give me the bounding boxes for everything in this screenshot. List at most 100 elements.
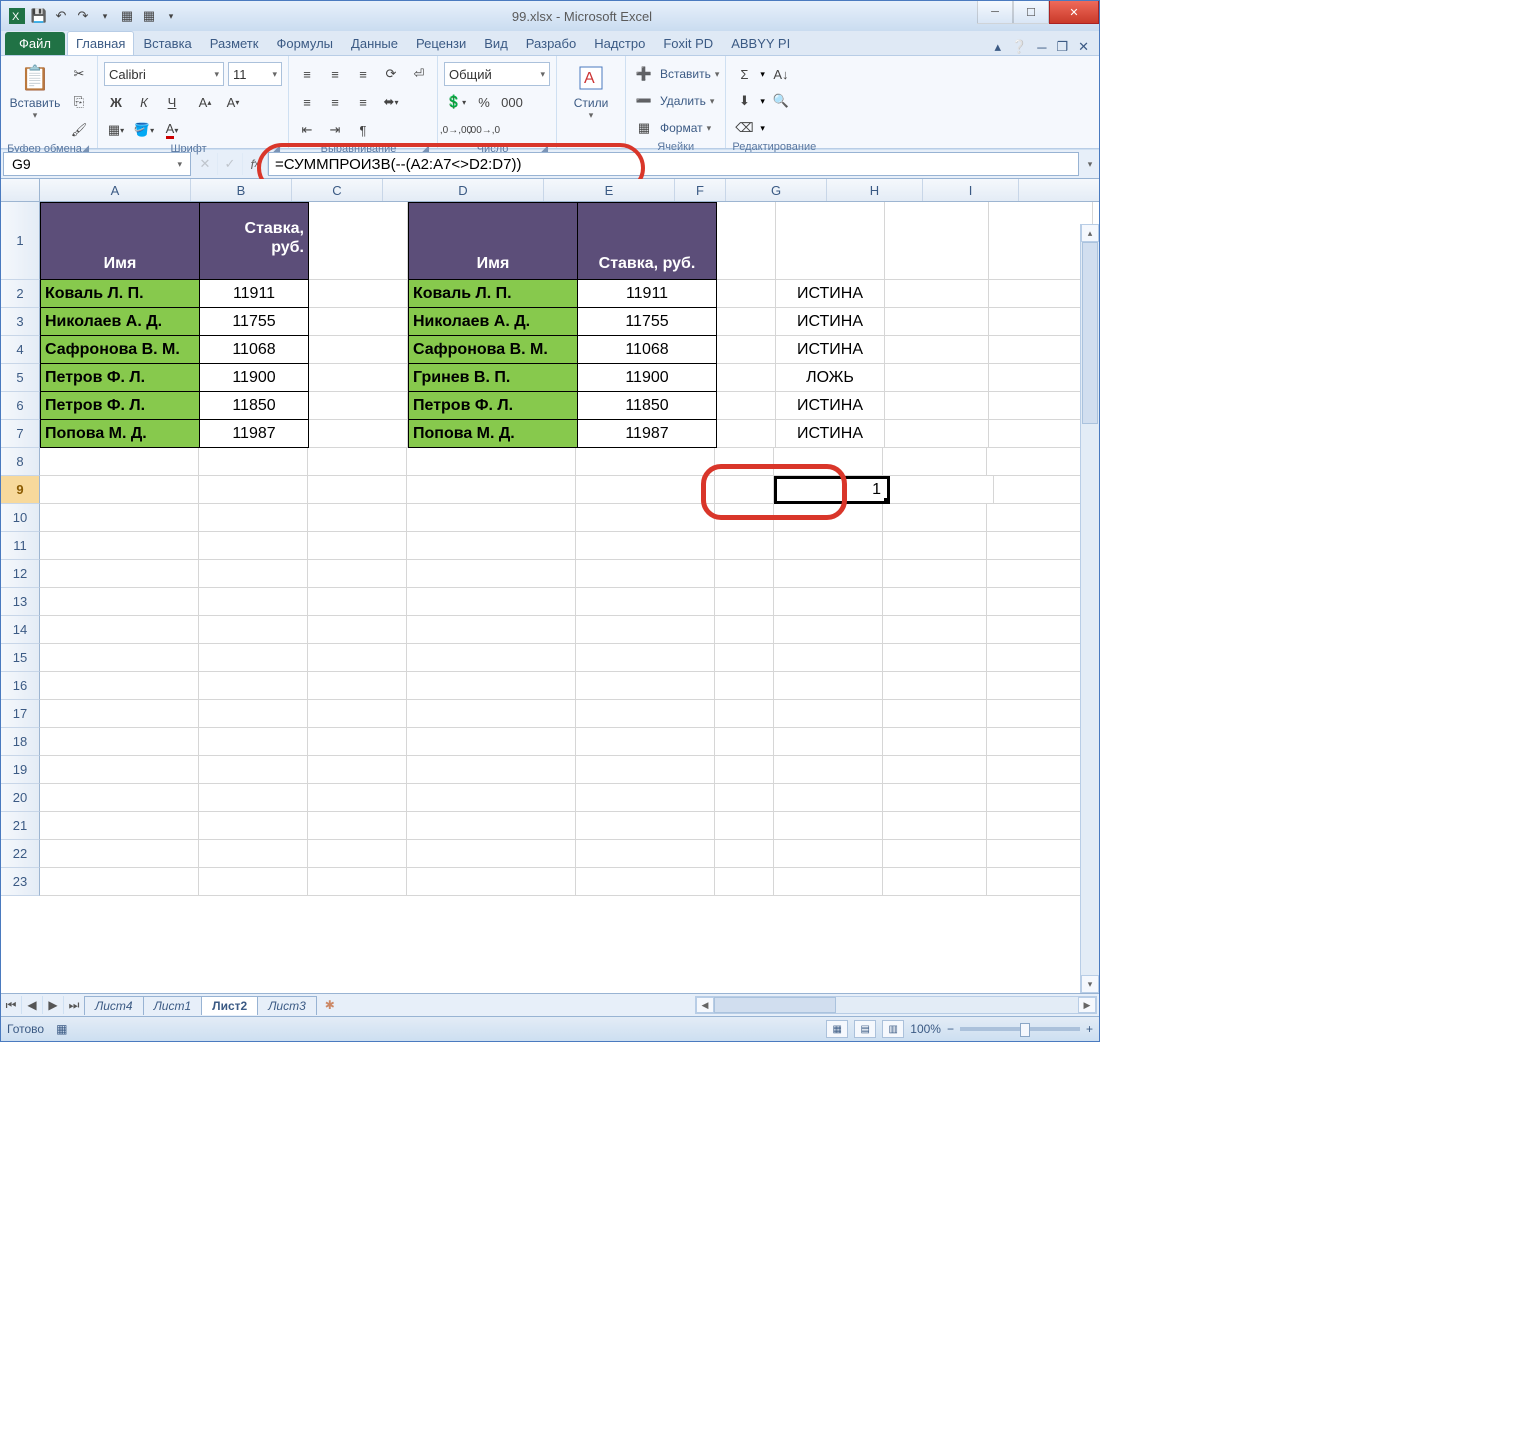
- cell[interactable]: Николаев А. Д.: [40, 308, 200, 336]
- cell[interactable]: [717, 280, 776, 308]
- cell[interactable]: [717, 202, 776, 280]
- cell[interactable]: [883, 504, 987, 532]
- rtl-icon[interactable]: ¶: [351, 118, 375, 142]
- cell[interactable]: Имя: [408, 202, 578, 280]
- row-header[interactable]: 4: [1, 336, 40, 364]
- sheet-tab[interactable]: Лист1: [143, 996, 203, 1015]
- row-header[interactable]: 16: [1, 672, 40, 700]
- cell[interactable]: [717, 364, 776, 392]
- cell[interactable]: [717, 336, 776, 364]
- cell[interactable]: [715, 756, 774, 784]
- grow-font-icon[interactable]: A▴: [193, 90, 217, 114]
- comma-icon[interactable]: 000: [500, 90, 524, 114]
- cell[interactable]: [774, 504, 883, 532]
- tab-home[interactable]: Главная: [67, 31, 134, 55]
- cell[interactable]: 11068: [578, 336, 717, 364]
- align-left-icon[interactable]: ≡: [295, 90, 319, 114]
- minimize-ribbon-icon[interactable]: ▴: [995, 39, 1002, 55]
- cell[interactable]: [883, 448, 987, 476]
- cell[interactable]: [987, 756, 1091, 784]
- cell[interactable]: [40, 448, 199, 476]
- cell[interactable]: [576, 700, 715, 728]
- cell[interactable]: [308, 448, 407, 476]
- row-header[interactable]: 13: [1, 588, 40, 616]
- cell[interactable]: [40, 532, 199, 560]
- cell[interactable]: [309, 308, 408, 336]
- col-header-C[interactable]: C: [292, 179, 383, 201]
- insert-cells-button[interactable]: Вставить: [660, 67, 711, 81]
- cell[interactable]: 11850: [578, 392, 717, 420]
- cell[interactable]: [407, 476, 576, 504]
- qat-btn-2-icon[interactable]: ▦: [141, 8, 157, 24]
- tab-file[interactable]: Файл: [5, 32, 65, 55]
- cell[interactable]: [308, 616, 407, 644]
- cell[interactable]: [883, 784, 987, 812]
- cell[interactable]: [987, 840, 1091, 868]
- macro-record-icon[interactable]: ▦: [56, 1022, 67, 1036]
- row-header[interactable]: 17: [1, 700, 40, 728]
- cell[interactable]: [715, 812, 774, 840]
- cell[interactable]: [774, 644, 883, 672]
- cell[interactable]: [576, 840, 715, 868]
- cancel-formula-icon[interactable]: ✕: [193, 153, 218, 175]
- cell[interactable]: [885, 308, 989, 336]
- qat-btn-1-icon[interactable]: ▦: [119, 8, 135, 24]
- cell[interactable]: [987, 616, 1091, 644]
- cell[interactable]: [885, 336, 989, 364]
- cell[interactable]: [987, 812, 1091, 840]
- tab-insert[interactable]: Вставка: [134, 31, 200, 55]
- copy-icon[interactable]: ⎘: [67, 90, 91, 114]
- row-header[interactable]: 5: [1, 364, 40, 392]
- cell[interactable]: [883, 588, 987, 616]
- increase-indent-icon[interactable]: ⇥: [323, 118, 347, 142]
- cell[interactable]: [407, 784, 576, 812]
- cell[interactable]: [199, 588, 308, 616]
- cell[interactable]: 11755: [200, 308, 309, 336]
- find-icon[interactable]: 🔍: [769, 89, 793, 113]
- cell[interactable]: Попова М. Д.: [408, 420, 578, 448]
- cell[interactable]: [199, 700, 308, 728]
- decrease-decimal-icon[interactable]: ,00→,0: [472, 118, 496, 142]
- col-header-D[interactable]: D: [383, 179, 544, 201]
- row-header[interactable]: 11: [1, 532, 40, 560]
- cell[interactable]: Николаев А. Д.: [408, 308, 578, 336]
- cell[interactable]: [308, 672, 407, 700]
- col-header-F[interactable]: F: [675, 179, 726, 201]
- cell[interactable]: [199, 560, 308, 588]
- cell[interactable]: [308, 504, 407, 532]
- cell[interactable]: [717, 392, 776, 420]
- cell[interactable]: [883, 868, 987, 896]
- autosum-icon[interactable]: Σ: [732, 62, 756, 86]
- cell[interactable]: [199, 840, 308, 868]
- tab-view[interactable]: Вид: [475, 31, 517, 55]
- zoom-level[interactable]: 100%: [910, 1022, 941, 1036]
- cell[interactable]: [883, 532, 987, 560]
- cell[interactable]: [40, 784, 199, 812]
- cell[interactable]: [40, 868, 199, 896]
- cell[interactable]: [40, 644, 199, 672]
- enter-formula-icon[interactable]: ✓: [218, 153, 243, 175]
- cell[interactable]: [308, 700, 407, 728]
- scroll-left-icon[interactable]: ◀: [696, 997, 714, 1013]
- qat-more-icon[interactable]: ▾: [97, 8, 113, 24]
- cell[interactable]: [774, 532, 883, 560]
- cell[interactable]: [40, 728, 199, 756]
- cell[interactable]: Петров Ф. Л.: [408, 392, 578, 420]
- undo-icon[interactable]: ↶: [53, 8, 69, 24]
- cell[interactable]: [308, 840, 407, 868]
- cell[interactable]: [199, 784, 308, 812]
- cell[interactable]: ИСТИНА: [776, 420, 885, 448]
- format-cells-icon[interactable]: ▦: [632, 116, 656, 140]
- cell[interactable]: [576, 728, 715, 756]
- maximize-button[interactable]: ☐: [1013, 1, 1049, 24]
- tab-abbyy[interactable]: ABBYY PI: [722, 31, 799, 55]
- vscroll-thumb[interactable]: [1082, 242, 1098, 424]
- cell[interactable]: [407, 868, 576, 896]
- hscroll-thumb[interactable]: [714, 997, 836, 1013]
- cell[interactable]: [576, 532, 715, 560]
- insert-cells-icon[interactable]: ➕: [632, 62, 656, 86]
- zoom-in-icon[interactable]: +: [1086, 1022, 1093, 1036]
- cell[interactable]: [883, 616, 987, 644]
- cell[interactable]: [199, 616, 308, 644]
- cell[interactable]: Гринев В. П.: [408, 364, 578, 392]
